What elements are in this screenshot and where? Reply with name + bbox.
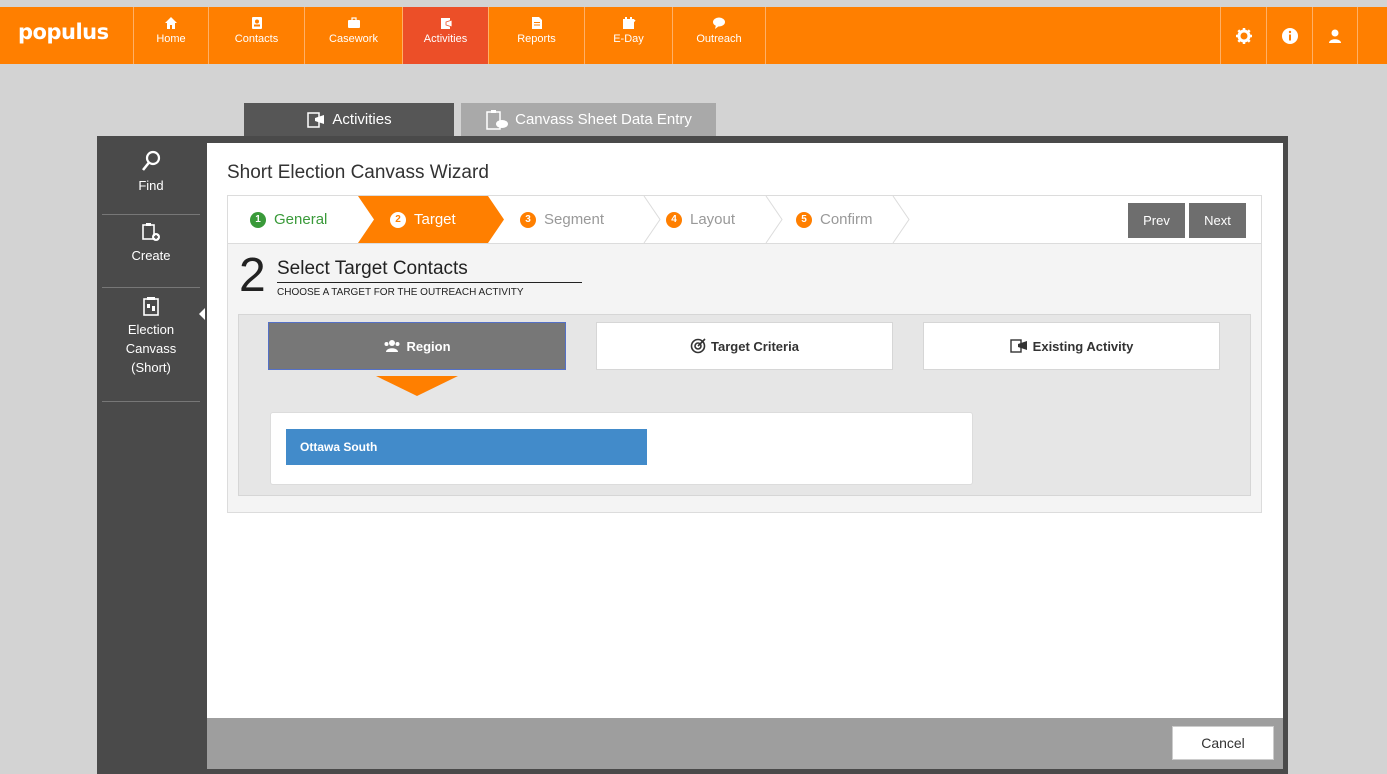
wizard-step-segment[interactable]: 3 Segment	[520, 196, 604, 243]
wizard-step-general[interactable]: 1 General	[250, 196, 327, 243]
user-icon	[1329, 29, 1341, 43]
casework-icon	[347, 17, 360, 28]
step-number: 5	[796, 211, 812, 228]
wizard-step-confirm[interactable]: 5 Confirm	[796, 196, 873, 243]
region-item-ottawa-south[interactable]: Ottawa South	[286, 429, 647, 465]
user-button[interactable]	[1312, 7, 1358, 64]
activities-icon	[307, 111, 325, 128]
sidebar-election-label-1: Election	[127, 322, 175, 337]
option-criteria-label: Target Criteria	[711, 338, 799, 354]
settings-button[interactable]	[1220, 7, 1266, 64]
nav-contacts-label: Contacts	[234, 33, 279, 45]
section-title: Select Target Contacts	[277, 258, 468, 279]
nav-contacts[interactable]: Contacts	[208, 7, 304, 64]
footer-bar	[207, 718, 1283, 769]
nav-home-label: Home	[156, 33, 186, 45]
nav-outreach[interactable]: Outreach	[672, 7, 766, 64]
option-existing-label: Existing Activity	[1032, 338, 1134, 354]
option-target-criteria[interactable]: Target Criteria	[596, 322, 893, 370]
sidebar-find-label: Find	[138, 178, 164, 193]
next-button[interactable]: Next	[1189, 203, 1246, 238]
nav-activities[interactable]: Activities	[402, 7, 488, 64]
activities-icon	[1009, 339, 1027, 353]
step-label: Target	[414, 211, 456, 228]
populus-logo[interactable]: populus	[18, 20, 109, 44]
cancel-button[interactable]: Cancel	[1172, 726, 1274, 760]
sidebar: Find Create Election Canvass (Short)	[97, 136, 205, 774]
selected-option-pointer	[376, 376, 458, 396]
tab-activities[interactable]: Activities	[244, 103, 454, 136]
tab-canvass-sheet-data-entry[interactable]: Canvass Sheet Data Entry	[461, 103, 716, 136]
nav-reports[interactable]: Reports	[488, 7, 584, 64]
nav-reports-label: Reports	[517, 33, 556, 45]
info-button[interactable]	[1266, 7, 1312, 64]
step-number: 3	[520, 211, 536, 228]
nav-activities-label: Activities	[423, 33, 468, 45]
nav-home[interactable]: Home	[133, 7, 208, 64]
step-number: 2	[390, 211, 406, 228]
step-number: 4	[666, 211, 682, 228]
nav-outreach-label: Outreach	[696, 33, 742, 45]
wizard-step-layout[interactable]: 4 Layout	[666, 196, 735, 243]
clipboard-chat-icon	[486, 109, 509, 130]
contacts-icon	[251, 17, 262, 29]
election-canvass-icon	[143, 297, 159, 316]
section-underline	[277, 282, 582, 283]
step-label: Layout	[690, 211, 736, 228]
tab-activities-label: Activities	[332, 111, 392, 128]
eday-icon	[622, 17, 636, 29]
sidebar-item-election-canvass[interactable]: Election Canvass (Short)	[102, 296, 200, 402]
top-nav-bar: populus Home Contacts Casework Activitie…	[0, 7, 1387, 64]
section-subtitle: CHOOSE A TARGET FOR THE OUTREACH ACTIVIT…	[277, 287, 524, 298]
region-people-icon	[384, 340, 400, 352]
nav-eday[interactable]: E-Day	[584, 7, 672, 64]
settings-gear-icon	[1235, 27, 1252, 44]
search-icon	[141, 150, 161, 171]
nav-casework-label: Casework	[329, 33, 378, 45]
sidebar-create-label: Create	[131, 248, 171, 263]
sidebar-item-create[interactable]: Create	[102, 222, 200, 288]
sidebar-election-label-3: (Short)	[131, 360, 171, 375]
target-icon	[690, 338, 706, 354]
section-number: 2	[239, 249, 266, 302]
tab-canvass-label: Canvass Sheet Data Entry	[515, 111, 692, 128]
option-existing-activity[interactable]: Existing Activity	[923, 322, 1220, 370]
prev-button[interactable]: Prev	[1128, 203, 1185, 238]
outreach-icon	[713, 17, 725, 29]
wizard-step-target[interactable]: 2 Target	[390, 196, 456, 243]
info-icon	[1281, 27, 1298, 44]
sidebar-election-label-2: Canvass	[125, 341, 177, 356]
reports-icon	[531, 17, 542, 29]
step-label: Confirm	[820, 211, 873, 228]
step-number: 1	[250, 211, 266, 228]
home-icon	[165, 17, 177, 29]
activities-icon	[440, 18, 452, 29]
step-label: Segment	[544, 211, 605, 228]
option-region-label: Region	[406, 338, 451, 354]
create-clipboard-icon	[142, 223, 160, 241]
nav-casework[interactable]: Casework	[304, 7, 402, 64]
nav-eday-label: E-Day	[613, 33, 644, 45]
sidebar-active-pointer	[199, 308, 205, 320]
option-region[interactable]: Region	[268, 322, 566, 370]
step-label: General	[274, 211, 328, 228]
sidebar-item-find[interactable]: Find	[102, 150, 200, 215]
wizard-title: Short Election Canvass Wizard	[227, 162, 489, 183]
